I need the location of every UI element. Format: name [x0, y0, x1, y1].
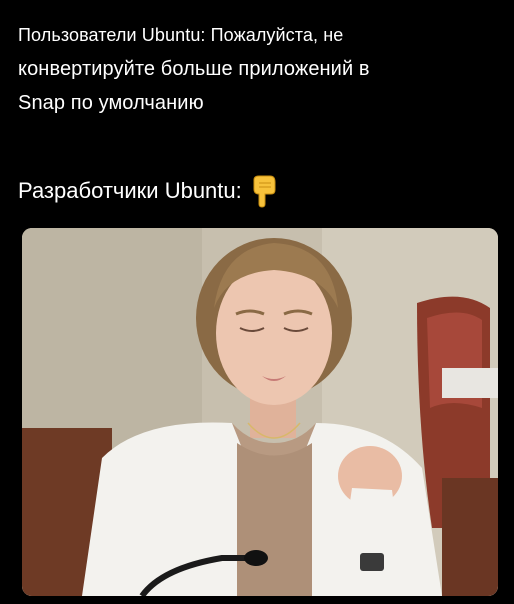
meme-caption: Пользователи Ubuntu: Пожалуйста, не конв…: [18, 18, 498, 120]
meme-subtitle: Разработчики Ubuntu:: [18, 174, 278, 208]
meme-photo: [22, 228, 498, 596]
subtitle-text: Разработчики Ubuntu:: [18, 178, 242, 203]
caption-line-3: Snap по умолчанию: [18, 92, 204, 114]
caption-line-2: конвертируйте больше приложений в: [18, 58, 370, 80]
caption-line-1: Пользователи Ubuntu: Пожалуйста, не: [18, 25, 344, 45]
pointing-down-hand-emoji-icon: [248, 174, 278, 208]
meme-photo-illustration: [22, 228, 498, 596]
